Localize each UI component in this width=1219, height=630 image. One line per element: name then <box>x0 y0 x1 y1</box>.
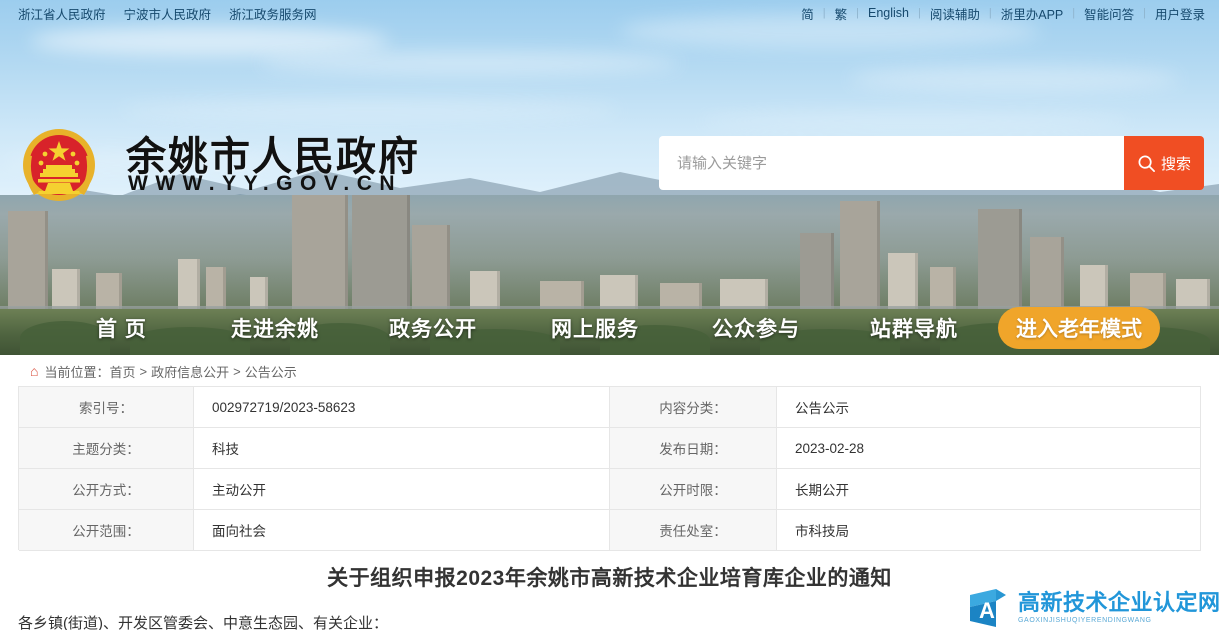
row-value: 长期公开 <box>777 469 1201 510</box>
link-reading-assist[interactable]: 阅读辅助 <box>930 4 980 23</box>
search-bar: 搜索 <box>659 136 1204 190</box>
search-input-wrapper[interactable] <box>659 136 1124 190</box>
watermark-sub-text: GAOXINJISHUQIYERENDINGWANG <box>1018 616 1152 624</box>
nav-item-online[interactable]: 网上服务 <box>551 313 639 343</box>
row-value: 面向社会 <box>194 510 610 551</box>
divider: | <box>988 7 992 19</box>
table-row: 索引号： 002972719/2023-58623 <box>19 387 610 428</box>
link-smart-qa[interactable]: 智能问答 <box>1084 4 1134 23</box>
row-label: 内容分类： <box>610 387 777 428</box>
watermark-logo: A 高新技术企业认定网 GAOXINJISHUQIYERENDINGWANG <box>966 585 1219 630</box>
table-row: 公开时限： 长期公开 <box>610 469 1201 510</box>
top-utility-bar: 浙江省人民政府 宁波市人民政府 浙江政务服务网 简 | 繁 | English … <box>0 0 1219 26</box>
nav-item-gov-open[interactable]: 政务公开 <box>389 313 477 343</box>
national-emblem-icon <box>14 125 104 207</box>
svg-text:A: A <box>979 598 995 623</box>
table-row: 公开方式： 主动公开 <box>19 469 610 510</box>
metadata-right-column: 内容分类： 公告公示 发布日期： 2023-02-28 公开时限： 长期公开 责… <box>610 387 1201 551</box>
row-label: 主题分类： <box>19 428 194 469</box>
row-value: 002972719/2023-58623 <box>194 387 610 428</box>
breadcrumb-item-announcement[interactable]: 公告公示 <box>245 362 297 381</box>
row-label: 公开时限： <box>610 469 777 510</box>
row-label: 责任处室： <box>610 510 777 551</box>
metadata-left-column: 索引号： 002972719/2023-58623 主题分类： 科技 公开方式：… <box>19 387 610 551</box>
nav-item-public[interactable]: 公众参与 <box>712 313 800 343</box>
row-value: 市科技局 <box>777 510 1201 551</box>
search-button-label: 搜索 <box>1160 155 1191 173</box>
watermark-main-text: 高新技术企业认定网 <box>1018 590 1219 616</box>
search-input[interactable] <box>677 137 1124 189</box>
main-navigation: 首 页 走进余姚 政务公开 网上服务 公众参与 站群导航 进入老年模式 <box>0 305 1219 351</box>
table-row: 内容分类： 公告公示 <box>610 387 1201 428</box>
article-first-line: 各乡镇(街道)、开发区管委会、中意生态园、有关企业： <box>18 615 388 630</box>
link-english[interactable]: English <box>868 6 909 20</box>
cloud-decoration <box>30 26 390 56</box>
site-url: WWW.YY.GOV.CN <box>128 172 403 195</box>
search-icon <box>1138 155 1155 172</box>
row-value: 科技 <box>194 428 610 469</box>
top-left-links: 浙江省人民政府 宁波市人民政府 浙江政务服务网 <box>0 4 317 23</box>
divider: | <box>822 7 826 19</box>
search-button[interactable]: 搜索 <box>1124 136 1204 190</box>
row-label: 公开方式： <box>19 469 194 510</box>
breadcrumb-item-home[interactable]: 首页 <box>109 362 135 381</box>
row-value: 主动公开 <box>194 469 610 510</box>
nav-item-sitegroup[interactable]: 站群导航 <box>870 313 958 343</box>
link-traditional[interactable]: 繁 <box>835 4 848 23</box>
breadcrumb-separator: > <box>233 363 241 379</box>
document-metadata-table: 索引号： 002972719/2023-58623 主题分类： 科技 公开方式：… <box>18 386 1201 551</box>
home-icon: ⌂ <box>30 363 39 379</box>
link-zhejiang-gov[interactable]: 浙江省人民政府 <box>18 4 106 23</box>
breadcrumb-prefix: 当前位置： <box>44 364 110 380</box>
breadcrumb: ⌂ 当前位置： 首页 > 政府信息公开 > 公告公示 <box>0 356 1219 386</box>
link-simplified[interactable]: 简 <box>801 4 814 23</box>
letter-a-icon: A <box>966 587 1010 629</box>
link-zhejiang-app[interactable]: 浙里办APP <box>1001 4 1064 23</box>
row-label: 索引号： <box>19 387 194 428</box>
elderly-mode-button[interactable]: 进入老年模式 <box>998 307 1160 349</box>
cloud-decoration <box>120 100 620 120</box>
cloud-decoration <box>850 66 1180 92</box>
site-banner: 浙江省人民政府 宁波市人民政府 浙江政务服务网 简 | 繁 | English … <box>0 0 1219 355</box>
link-ningbo-gov[interactable]: 宁波市人民政府 <box>124 4 212 23</box>
row-value: 2023-02-28 <box>777 428 1201 469</box>
divider: | <box>1072 7 1076 19</box>
breadcrumb-item-gov-info[interactable]: 政府信息公开 <box>151 362 229 381</box>
table-row: 发布日期： 2023-02-28 <box>610 428 1201 469</box>
row-value: 公告公示 <box>777 387 1201 428</box>
top-right-links: 简 | 繁 | English | 阅读辅助 | 浙里办APP | 智能问答 |… <box>801 4 1219 23</box>
divider: | <box>856 7 859 19</box>
table-row: 主题分类： 科技 <box>19 428 610 469</box>
page-root: 浙江省人民政府 宁波市人民政府 浙江政务服务网 简 | 繁 | English … <box>0 0 1219 630</box>
divider: | <box>918 7 921 19</box>
cloud-decoration <box>260 52 680 74</box>
nav-item-home[interactable]: 首 页 <box>96 313 147 343</box>
divider: | <box>1143 7 1146 19</box>
link-zhejiang-service[interactable]: 浙江政务服务网 <box>229 4 317 23</box>
row-label: 发布日期： <box>610 428 777 469</box>
breadcrumb-separator: > <box>139 363 148 379</box>
nav-item-about[interactable]: 走进余姚 <box>231 313 319 343</box>
link-user-login[interactable]: 用户登录 <box>1155 4 1205 23</box>
table-row: 公开范围： 面向社会 <box>19 510 610 551</box>
table-row: 责任处室： 市科技局 <box>610 510 1201 551</box>
cloud-decoration <box>700 112 1130 130</box>
row-label: 公开范围： <box>19 510 194 551</box>
watermark-text: 高新技术企业认定网 GAOXINJISHUQIYERENDINGWANG <box>1018 591 1219 623</box>
